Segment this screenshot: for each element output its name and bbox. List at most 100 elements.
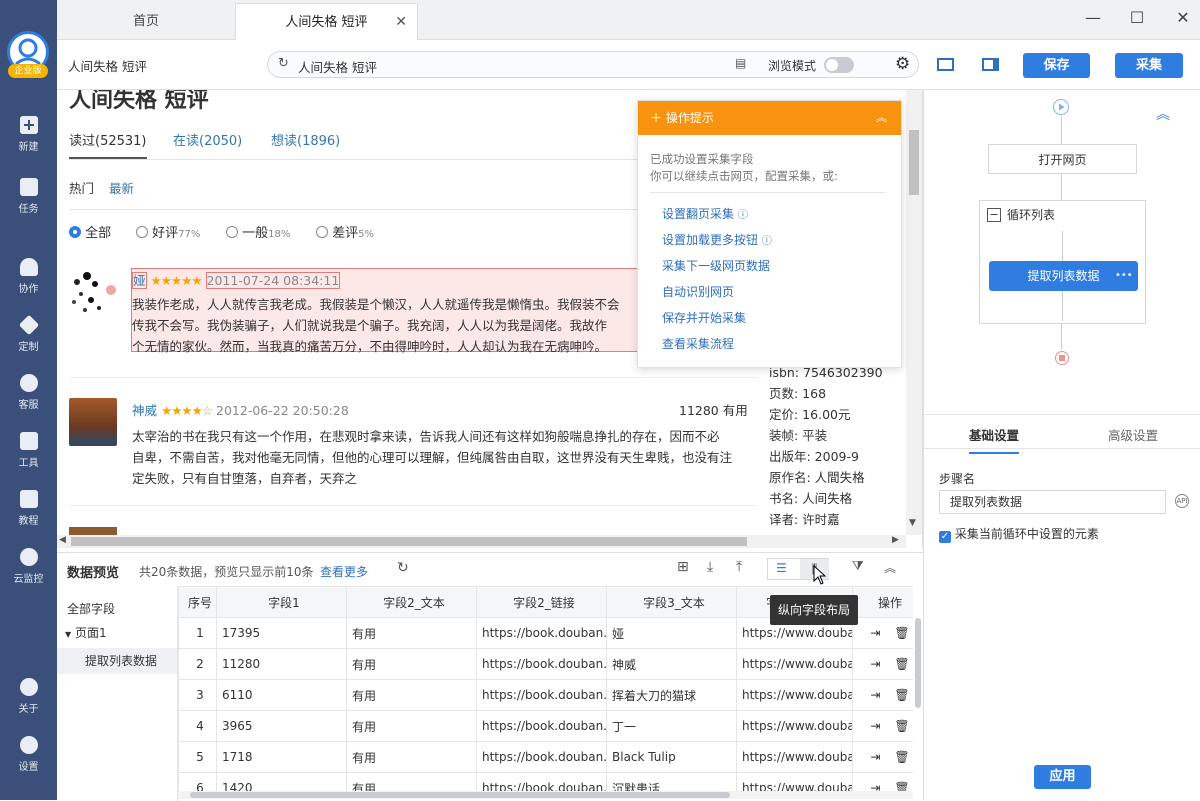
refresh-icon[interactable]: ↻ bbox=[278, 56, 289, 71]
table-cell[interactable]: 2 bbox=[178, 648, 217, 680]
filter-ok[interactable]: 一般18% bbox=[226, 222, 290, 241]
open-icon[interactable]: ⇥ bbox=[870, 781, 880, 791]
table-cell[interactable]: https://www.douban bbox=[736, 772, 853, 791]
collapse-icon[interactable]: ︽ bbox=[876, 101, 887, 135]
filter-bad[interactable]: 差评5% bbox=[316, 222, 374, 241]
open-icon[interactable]: ⇥ bbox=[870, 719, 880, 733]
table-cell[interactable]: 挥着大刀的猫球 bbox=[606, 679, 737, 711]
table-cell[interactable]: https://book.douban... bbox=[476, 648, 607, 680]
trash-icon[interactable]: 🗑 bbox=[894, 719, 909, 733]
tip-save-start[interactable]: 保存并开始采集 bbox=[662, 309, 746, 326]
nav-about[interactable]: 关于 bbox=[0, 678, 57, 728]
table-cell[interactable]: 17395 bbox=[216, 617, 347, 649]
nav-tutorial[interactable]: 教程 bbox=[0, 490, 57, 540]
download-icon[interactable]: ⤓ bbox=[707, 559, 713, 575]
table-vscroll-thumb[interactable] bbox=[915, 618, 921, 708]
open-icon[interactable]: ⇥ bbox=[870, 657, 880, 671]
maximize-button[interactable]: ☐ bbox=[1127, 8, 1147, 27]
column-header[interactable]: 字段1 bbox=[216, 586, 347, 618]
table-cell[interactable]: 3 bbox=[178, 679, 217, 711]
tab-advanced-settings[interactable]: 高级设置 bbox=[1108, 425, 1158, 444]
nav-tools[interactable]: 工具 bbox=[0, 432, 57, 482]
nav-cloud-monitor[interactable]: 云监控 bbox=[0, 548, 57, 598]
filter-icon[interactable]: ⧩ bbox=[852, 559, 864, 574]
flow-loop-container[interactable]: − 循环列表 提取列表数据 ••• bbox=[979, 200, 1146, 324]
table-cell[interactable]: 有用 bbox=[346, 741, 477, 773]
table-hscroll-thumb[interactable] bbox=[190, 792, 730, 798]
open-icon[interactable]: ⇥ bbox=[870, 626, 880, 640]
table-cell[interactable]: 6 bbox=[178, 772, 217, 791]
tip-paging[interactable]: 设置翻页采集 ⓘ bbox=[662, 205, 748, 222]
table-cell[interactable]: 沉默患话 bbox=[606, 772, 737, 791]
sort-new[interactable]: 最新 bbox=[109, 178, 134, 197]
table-cell[interactable]: 6110 bbox=[216, 679, 347, 711]
upload-icon[interactable]: ⤒ bbox=[736, 559, 742, 575]
table-cell[interactable]: https://www.douban bbox=[736, 648, 853, 680]
horizontal-scrollbar[interactable]: ◀ ▶ bbox=[57, 535, 906, 548]
table-cell[interactable]: 有用 bbox=[346, 648, 477, 680]
add-field-icon[interactable]: ⊞ bbox=[677, 559, 689, 575]
filter-all[interactable]: 全部 bbox=[69, 222, 111, 241]
table-cell[interactable]: 有用 bbox=[346, 617, 477, 649]
scroll-down-icon[interactable]: ▼ bbox=[909, 518, 916, 528]
table-cell[interactable]: https://book.douban... bbox=[476, 617, 607, 649]
table-hscroll[interactable] bbox=[178, 791, 913, 799]
collapse-panel-icon[interactable]: ︽ bbox=[884, 559, 896, 576]
trash-icon[interactable]: 🗑 bbox=[894, 781, 909, 791]
nav-custom[interactable]: 定制 bbox=[0, 314, 57, 366]
status-tab-wish[interactable]: 想读(1896) bbox=[271, 130, 340, 149]
column-header[interactable]: 序号 bbox=[178, 586, 217, 618]
refresh-icon[interactable]: ↻ bbox=[397, 560, 409, 576]
table-cell[interactable]: 有用 bbox=[346, 679, 477, 711]
tip-header[interactable]: ＋ 操作提示 ︽ bbox=[638, 101, 901, 135]
table-cell[interactable]: Black Tulip bbox=[606, 741, 737, 773]
minimize-button[interactable]: — bbox=[1083, 8, 1103, 27]
trash-icon[interactable]: 🗑 bbox=[894, 688, 909, 702]
review-user[interactable]: 神威 bbox=[132, 403, 157, 418]
table-cell[interactable]: https://www.douban bbox=[736, 710, 853, 742]
tab-basic-settings[interactable]: 基础设置 bbox=[969, 425, 1020, 454]
scrollbar-thumb[interactable] bbox=[71, 537, 747, 546]
table-cell[interactable]: 有用 bbox=[346, 710, 477, 742]
open-icon[interactable]: ⇥ bbox=[870, 750, 880, 764]
help-icon[interactable]: ⓘ bbox=[762, 236, 772, 247]
minus-icon[interactable]: − bbox=[987, 208, 1001, 222]
table-cell[interactable]: 娅 bbox=[606, 617, 737, 649]
table-cell[interactable]: 4 bbox=[178, 710, 217, 742]
table-row[interactable]: 3 6110 有用 https://book.douban... 挥着大刀的猫球 http… bbox=[178, 679, 913, 711]
table-cell[interactable]: https://book.douban... bbox=[476, 741, 607, 773]
table-cell[interactable]: https://book.douban... bbox=[476, 772, 607, 791]
layout-horizontal-icon[interactable] bbox=[937, 58, 954, 71]
more-icon[interactable]: ••• bbox=[1115, 261, 1133, 291]
table-row[interactable]: 5 1718 有用 https://book.douban... Black Tulip… bbox=[178, 741, 913, 773]
table-cell[interactable]: 神威 bbox=[606, 648, 737, 680]
flow-extract-list[interactable]: 提取列表数据 ••• bbox=[989, 261, 1138, 291]
flow-open-page[interactable]: 打开网页 bbox=[988, 144, 1137, 174]
table-cell[interactable]: 11280 bbox=[216, 648, 347, 680]
help-icon[interactable]: ⓘ bbox=[738, 210, 748, 221]
filter-good[interactable]: 好评77% bbox=[136, 222, 200, 241]
tree-node[interactable]: 提取列表数据 bbox=[57, 648, 177, 674]
table-cell[interactable]: 1718 bbox=[216, 741, 347, 773]
tip-auto-detect[interactable]: 自动识别网页 bbox=[662, 283, 734, 300]
table-cell[interactable]: 3965 bbox=[216, 710, 347, 742]
table-cell[interactable]: 1420 bbox=[216, 772, 347, 791]
scroll-right-icon[interactable]: ▶ bbox=[892, 535, 899, 545]
scroll-left-icon[interactable]: ◀ bbox=[59, 535, 66, 545]
nav-service[interactable]: 客服 bbox=[0, 374, 57, 424]
column-header[interactable]: 字段2_文本 bbox=[346, 586, 477, 618]
vertical-scrollbar[interactable]: ▼ bbox=[906, 90, 922, 535]
table-cell[interactable]: 丁一 bbox=[606, 710, 737, 742]
column-header[interactable]: 字段3_文本 bbox=[606, 586, 737, 618]
url-field[interactable]: ↻ 人间失格 短评 ▤ 浏览模式 bbox=[267, 51, 919, 78]
avatar[interactable] bbox=[69, 398, 117, 446]
tip-load-more[interactable]: 设置加载更多按钮 ⓘ bbox=[662, 231, 772, 248]
layout-vertical-icon[interactable] bbox=[982, 58, 999, 71]
save-button[interactable]: 保存 bbox=[1023, 53, 1090, 78]
close-icon[interactable]: ✕ bbox=[395, 4, 407, 41]
document-icon[interactable]: ▤ bbox=[735, 56, 746, 70]
apply-button[interactable]: 应用 bbox=[1034, 765, 1091, 789]
table-cell[interactable]: https://book.douban... bbox=[476, 679, 607, 711]
table-cell[interactable]: https://www.douban bbox=[736, 741, 853, 773]
tab-page[interactable]: 人间失格 短评 ✕ bbox=[235, 3, 418, 40]
